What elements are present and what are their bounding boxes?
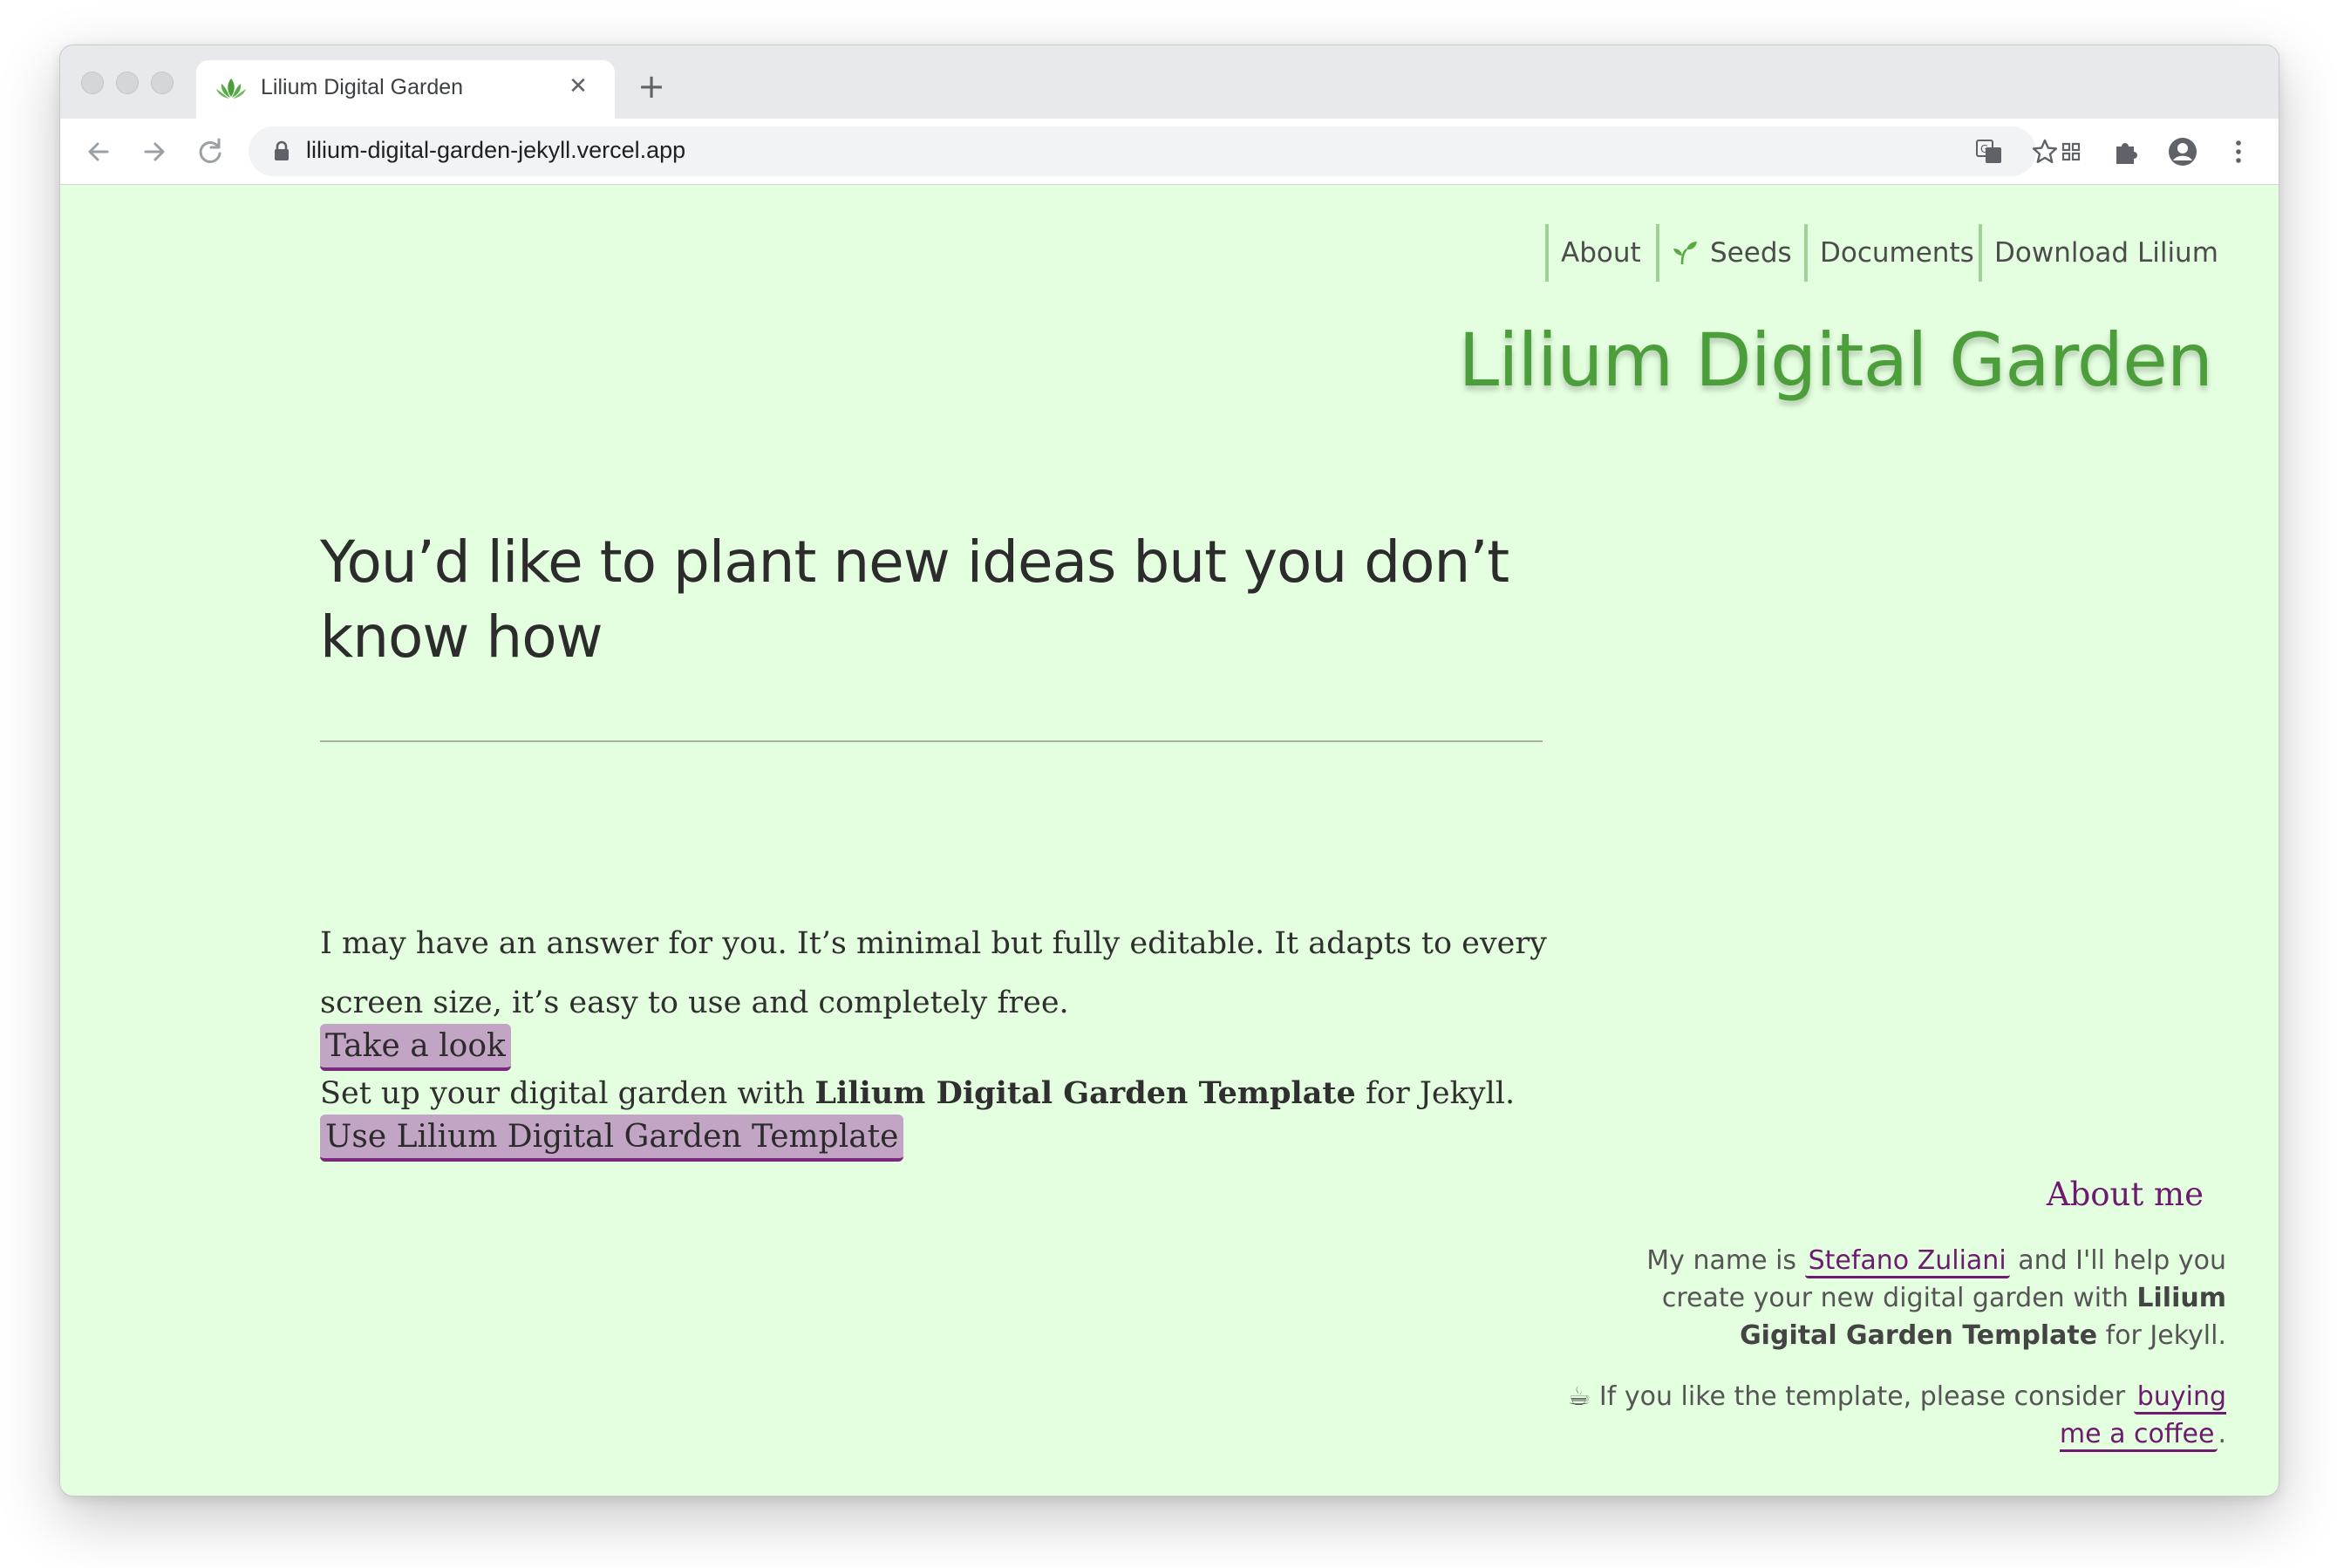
hero-divider: [320, 740, 1543, 742]
nav-item-seeds[interactable]: Seeds: [1656, 224, 1804, 282]
tab-search-icon[interactable]: [2055, 136, 2087, 167]
template-name: Lilium Digital Garden Template: [814, 1075, 1356, 1111]
nav-item-documents[interactable]: Documents: [1804, 224, 1979, 282]
nav-item-label: About: [1561, 237, 1641, 269]
close-tab-icon[interactable]: ✕: [564, 72, 592, 100]
back-icon[interactable]: [81, 134, 116, 169]
browser-window: Lilium Digital Garden ✕ + lilium-digital…: [59, 44, 2279, 1496]
site-title[interactable]: Lilium Digital Garden: [1458, 317, 2213, 403]
take-a-look-button[interactable]: Take a look: [320, 1024, 511, 1071]
extensions-puzzle-icon[interactable]: [2111, 136, 2143, 167]
svg-text:G: G: [1980, 143, 1988, 155]
maximize-window-button[interactable]: [151, 72, 174, 94]
page-content: About Seeds Documents Download Lilium Li…: [60, 185, 2279, 1496]
new-tab-button[interactable]: +: [636, 70, 667, 103]
browser-tab-active[interactable]: Lilium Digital Garden ✕: [196, 60, 615, 119]
nav-item-label: Download Lilium: [1994, 237, 2218, 269]
sprout-icon: [1673, 242, 1697, 265]
tab-strip: Lilium Digital Garden ✕ +: [60, 45, 2279, 119]
author-link[interactable]: Stefano Zuliani: [1804, 1245, 2010, 1278]
lotus-icon: [216, 78, 246, 99]
minimize-window-button[interactable]: [116, 72, 139, 94]
about-me-heading: About me: [2046, 1176, 2204, 1213]
about-text: My name is: [1646, 1245, 1805, 1276]
translate-icon[interactable]: G: [1975, 138, 2003, 166]
setup-text-end: for Jekyll.: [1355, 1076, 1516, 1111]
url-text: lilium-digital-garden-jekyll.vercel.app: [306, 137, 686, 163]
lock-icon: [275, 140, 289, 160]
address-bar[interactable]: lilium-digital-garden-jekyll.vercel.app …: [249, 126, 2058, 176]
nav-item-download[interactable]: Download Lilium: [1979, 224, 2218, 282]
use-template-button[interactable]: Use Lilium Digital Garden Template: [320, 1115, 904, 1162]
coffee-text-end: .: [2218, 1419, 2226, 1449]
intro-paragraph: I may have an answer for you. It’s minim…: [320, 926, 1547, 1020]
forward-icon[interactable]: [137, 134, 172, 169]
nav-item-about[interactable]: About: [1545, 224, 1659, 282]
browser-toolbar: lilium-digital-garden-jekyll.vercel.app …: [60, 119, 2279, 185]
nav-item-label: Documents: [1820, 237, 1974, 269]
about-text: for Jekyll.: [2097, 1320, 2226, 1351]
nav-item-label: Seeds: [1710, 237, 1792, 269]
reload-icon[interactable]: [193, 134, 228, 169]
more-menu-icon[interactable]: [2223, 136, 2254, 167]
hero-title: You’d like to plant new ideas but you do…: [320, 528, 1509, 671]
coffee-text: If you like the template, please conside…: [1591, 1381, 2134, 1412]
coffee-icon: ☕: [1567, 1381, 1591, 1412]
close-window-button[interactable]: [81, 72, 104, 94]
profile-avatar-icon[interactable]: [2167, 136, 2198, 167]
tab-title: Lilium Digital Garden: [261, 75, 464, 99]
about-paragraph: My name is Stefano Zuliani and I'll help…: [1564, 1242, 2226, 1354]
setup-text: Set up your digital garden with: [320, 1076, 815, 1111]
coffee-paragraph: ☕ If you like the template, please consi…: [1564, 1378, 2226, 1453]
